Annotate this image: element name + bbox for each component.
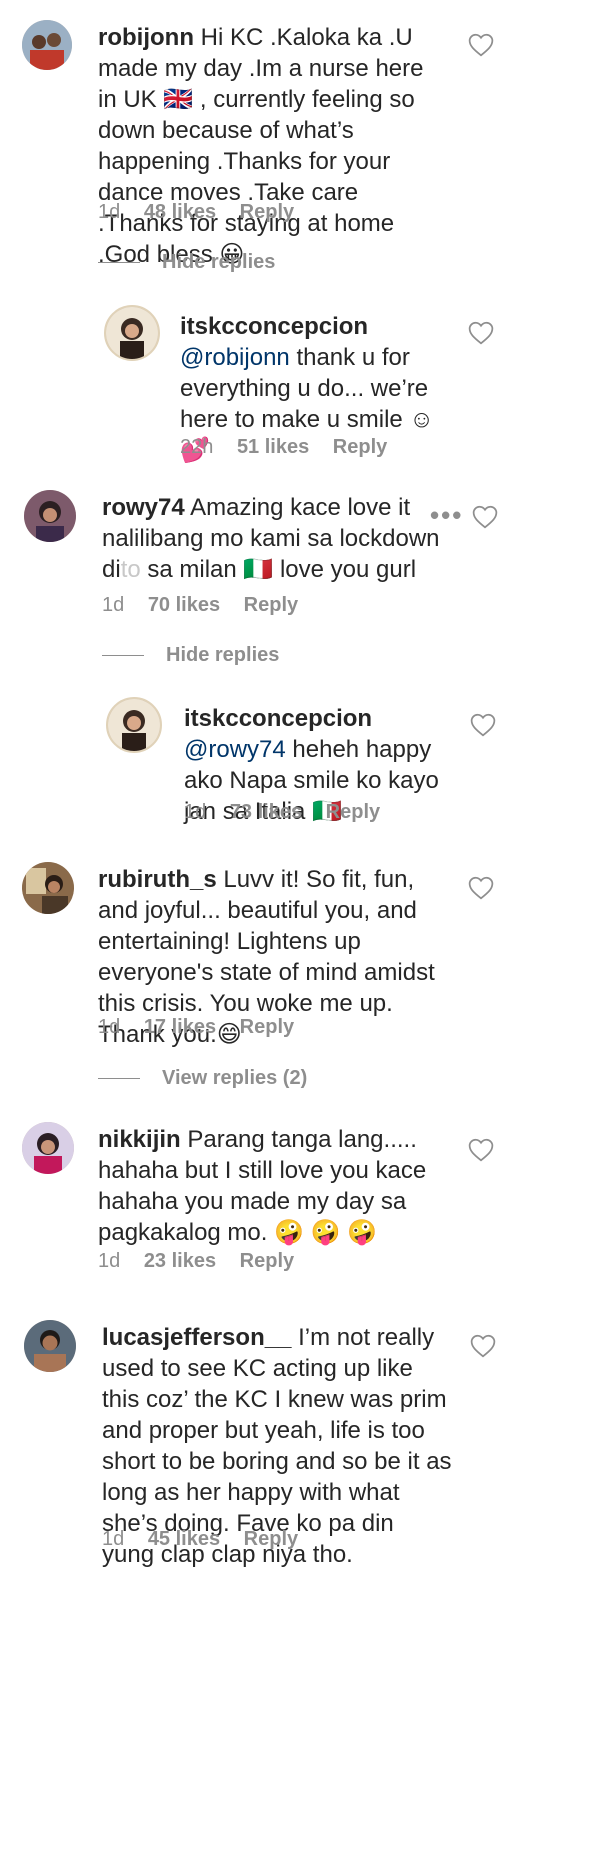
comment-meta: 1d 70 likes Reply	[102, 594, 316, 617]
reply-button[interactable]: Reply	[244, 1528, 298, 1550]
comment-meta: 1d 48 likes Reply	[98, 201, 312, 224]
reply-time: 1d	[184, 801, 207, 823]
comment-text-end: sa milan 🇮🇹 love you gurl	[147, 556, 417, 583]
like-count[interactable]: 45 likes	[148, 1528, 220, 1550]
like-count[interactable]: 73 likes	[230, 801, 302, 823]
reply-button[interactable]: Reply	[240, 1016, 294, 1038]
comment-username[interactable]: robijonn	[98, 24, 194, 51]
like-count[interactable]: 70 likes	[148, 594, 220, 616]
reply-button[interactable]: Reply	[326, 801, 380, 823]
mention-link[interactable]: @robijonn	[180, 344, 290, 371]
comment-body: rowy74 Amazing kace love it nalilibang m…	[102, 492, 442, 585]
like-count[interactable]: 51 likes	[237, 436, 309, 458]
comment-time: 1d	[98, 1250, 121, 1272]
divider-line	[98, 1078, 140, 1080]
heart-icon[interactable]	[468, 1138, 494, 1162]
comment-meta: 1d 17 likes Reply	[98, 1016, 312, 1039]
reply-button[interactable]: Reply	[333, 436, 387, 458]
comment-username[interactable]: lucasjefferson__	[102, 1324, 291, 1351]
reply-time: 22h	[180, 436, 214, 458]
comment-time: 1d	[102, 594, 125, 616]
heart-icon[interactable]	[470, 713, 496, 737]
hide-replies-button[interactable]: Hide replies	[98, 251, 275, 274]
comment-meta: 1d 45 likes Reply	[102, 1528, 316, 1551]
comment-username[interactable]: rowy74	[102, 494, 185, 521]
reply-button[interactable]: Reply	[244, 594, 298, 616]
more-options-icon[interactable]: •••	[430, 500, 463, 531]
comment-meta: 1d 23 likes Reply	[98, 1250, 312, 1273]
mention-link[interactable]: @rowy74	[184, 736, 286, 763]
hide-replies-button[interactable]: Hide replies	[102, 644, 279, 667]
avatar[interactable]	[106, 697, 162, 753]
comment-time: 1d	[98, 201, 121, 223]
reply-username[interactable]: itskcconcepcion	[180, 313, 368, 340]
heart-icon[interactable]	[468, 876, 494, 900]
like-count[interactable]: 48 likes	[144, 201, 216, 223]
comment-body: nikkijin Parang tanga lang..... hahaha b…	[98, 1124, 450, 1248]
comment-username[interactable]: nikkijin	[98, 1126, 181, 1153]
comment-body: robijonn Hi KC .Kaloka ka .U made my day…	[98, 22, 448, 270]
reply-meta: 22h 51 likes Reply	[180, 436, 405, 459]
like-count[interactable]: 17 likes	[144, 1016, 216, 1038]
reply-button[interactable]: Reply	[240, 1250, 294, 1272]
avatar[interactable]	[24, 490, 76, 542]
comment-username[interactable]: rubiruth_s	[98, 866, 217, 893]
comment-time: 1d	[102, 1528, 125, 1550]
heart-icon[interactable]	[472, 505, 498, 529]
comment-text: Hi KC .Kaloka ka .U made my day .Im a nu…	[98, 24, 424, 268]
reply-meta: 1d 73 likes Reply	[184, 801, 398, 824]
avatar[interactable]	[104, 305, 160, 361]
like-count[interactable]: 23 likes	[144, 1250, 216, 1272]
divider-line	[98, 262, 140, 264]
avatar[interactable]	[22, 862, 74, 914]
comment-text-faded: to	[120, 556, 141, 583]
reply-username[interactable]: itskcconcepcion	[184, 705, 372, 732]
view-replies-button[interactable]: View replies (2)	[98, 1067, 307, 1090]
comment-time: 1d	[98, 1016, 121, 1038]
avatar[interactable]	[22, 20, 72, 70]
avatar[interactable]	[24, 1320, 76, 1372]
divider-line	[102, 655, 144, 657]
avatar[interactable]	[22, 1122, 74, 1174]
heart-icon[interactable]	[468, 33, 494, 57]
heart-icon[interactable]	[470, 1334, 496, 1358]
reply-button[interactable]: Reply	[240, 201, 294, 223]
heart-icon[interactable]	[468, 321, 494, 345]
